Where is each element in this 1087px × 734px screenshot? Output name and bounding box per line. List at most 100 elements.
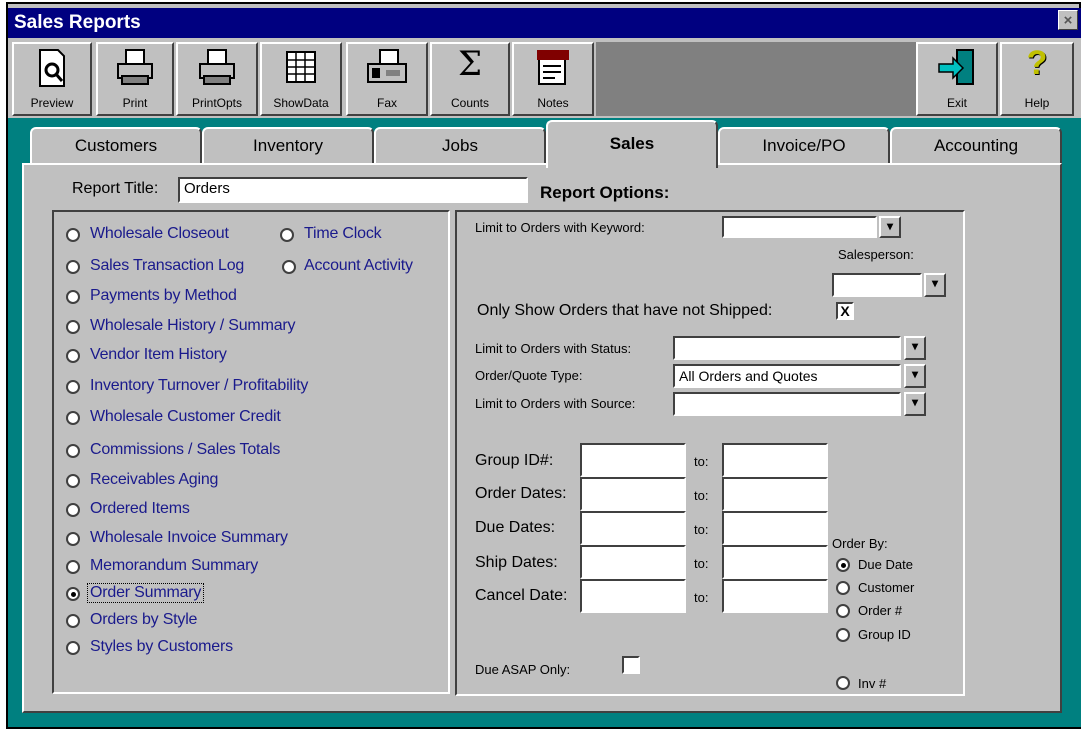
tab-jobs[interactable]: Jobs xyxy=(374,127,546,165)
print-options-icon xyxy=(196,48,238,93)
source-dropdown-button[interactable]: ▾ xyxy=(904,392,926,416)
show-data-label: ShowData xyxy=(273,96,329,110)
radio-styles-by-customers[interactable] xyxy=(66,641,80,655)
print-options-button[interactable]: PrintOpts xyxy=(176,42,258,116)
source-input[interactable] xyxy=(673,392,901,416)
radio-inventory-turnover[interactable] xyxy=(66,380,80,394)
label-vendor-item-history[interactable]: Vendor Item History xyxy=(90,346,227,364)
label-wholesale-invoice-summary[interactable]: Wholesale Invoice Summary xyxy=(90,529,288,547)
radio-ordered-items[interactable] xyxy=(66,503,80,517)
salesperson-label: Salesperson: xyxy=(838,247,914,262)
order-by-due-date[interactable]: Due Date xyxy=(858,557,913,572)
due-asap-label: Due ASAP Only: xyxy=(475,662,571,677)
label-sales-transaction-log[interactable]: Sales Transaction Log xyxy=(90,257,244,275)
label-wholesale-closeout[interactable]: Wholesale Closeout xyxy=(90,225,229,243)
group-id-to-label: to: xyxy=(694,454,709,469)
label-order-summary[interactable]: Order Summary xyxy=(86,583,205,603)
preview-button[interactable]: Preview xyxy=(12,42,92,116)
cancel-date-to-label: to: xyxy=(694,590,709,605)
label-orders-by-style[interactable]: Orders by Style xyxy=(90,611,197,629)
keyword-label: Limit to Orders with Keyword: xyxy=(475,220,645,235)
radio-sales-transaction-log[interactable] xyxy=(66,260,80,274)
radio-commissions[interactable] xyxy=(66,444,80,458)
exit-label: Exit xyxy=(946,96,967,110)
show-data-button[interactable]: ShowData xyxy=(260,42,342,116)
group-id-from-input[interactable] xyxy=(580,443,686,477)
label-inventory-turnover[interactable]: Inventory Turnover / Profitability xyxy=(90,377,308,395)
radio-wholesale-invoice-summary[interactable] xyxy=(66,532,80,546)
order-by-customer[interactable]: Customer xyxy=(858,580,914,595)
report-title-label: Report Title: xyxy=(72,180,159,197)
radio-receivables-aging[interactable] xyxy=(66,474,80,488)
due-dates-from-input[interactable] xyxy=(580,511,686,545)
radio-vendor-item-history[interactable] xyxy=(66,349,80,363)
label-memorandum-summary[interactable]: Memorandum Summary xyxy=(90,557,258,575)
notes-button[interactable]: Notes xyxy=(512,42,594,116)
counts-label: Counts xyxy=(450,96,490,110)
order-dates-to-input[interactable] xyxy=(722,477,828,511)
label-payments-by-method[interactable]: Payments by Method xyxy=(90,287,237,305)
radio-group-id[interactable] xyxy=(836,628,850,642)
label-styles-by-customers[interactable]: Styles by Customers xyxy=(90,638,233,656)
label-commissions[interactable]: Commissions / Sales Totals xyxy=(90,441,280,459)
order-by-order-number[interactable]: Order # xyxy=(858,603,902,618)
order-dates-from-input[interactable] xyxy=(580,477,686,511)
print-button[interactable]: Print xyxy=(96,42,174,116)
help-button[interactable]: ? Help xyxy=(1000,42,1074,116)
radio-payments-by-method[interactable] xyxy=(66,290,80,304)
report-title-input[interactable]: Orders xyxy=(178,177,528,203)
radio-inv-number[interactable] xyxy=(836,676,850,690)
exit-button[interactable]: Exit xyxy=(916,42,998,116)
tab-invoice-po[interactable]: Invoice/PO xyxy=(718,127,890,165)
tab-sales[interactable]: Sales xyxy=(546,120,718,168)
radio-memorandum-summary[interactable] xyxy=(66,560,80,574)
label-time-clock[interactable]: Time Clock xyxy=(304,225,382,243)
not-shipped-checkbox[interactable]: X xyxy=(836,302,854,320)
status-dropdown-button[interactable]: ▾ xyxy=(904,336,926,360)
label-wholesale-history[interactable]: Wholesale History / Summary xyxy=(90,317,296,335)
order-type-select[interactable]: All Orders and Quotes xyxy=(673,364,901,388)
radio-order-summary[interactable] xyxy=(66,587,80,601)
radio-wholesale-customer-credit[interactable] xyxy=(66,411,80,425)
keyword-dropdown-button[interactable]: ▾ xyxy=(879,216,901,238)
radio-due-date[interactable] xyxy=(836,558,850,572)
due-asap-checkbox[interactable] xyxy=(622,656,640,674)
status-input[interactable] xyxy=(673,336,901,360)
order-by-inv-number[interactable]: Inv # xyxy=(858,676,886,691)
due-dates-to-input[interactable] xyxy=(722,511,828,545)
label-wholesale-customer-credit[interactable]: Wholesale Customer Credit xyxy=(90,408,281,426)
close-button[interactable]: × xyxy=(1058,10,1078,30)
order-type-label: Order/Quote Type: xyxy=(475,368,583,383)
label-receivables-aging[interactable]: Receivables Aging xyxy=(90,471,218,489)
radio-account-activity[interactable] xyxy=(282,260,296,274)
keyword-input[interactable] xyxy=(722,216,877,238)
cancel-date-from-input[interactable] xyxy=(580,579,686,613)
counts-button[interactable]: Σ Counts xyxy=(430,42,510,116)
cancel-date-to-input[interactable] xyxy=(722,579,828,613)
notes-label: Notes xyxy=(537,96,569,110)
help-icon: ? xyxy=(1026,44,1048,82)
salesperson-input[interactable] xyxy=(832,273,922,297)
radio-wholesale-closeout[interactable] xyxy=(66,228,80,242)
not-shipped-label: Only Show Orders that have not Shipped: xyxy=(477,302,773,319)
print-label: Print xyxy=(122,96,148,110)
exit-icon xyxy=(935,48,979,95)
radio-orders-by-style[interactable] xyxy=(66,614,80,628)
order-type-dropdown-button[interactable]: ▾ xyxy=(904,364,926,388)
toolbar-spacer xyxy=(596,42,916,116)
label-ordered-items[interactable]: Ordered Items xyxy=(90,500,190,518)
radio-customer[interactable] xyxy=(836,581,850,595)
radio-wholesale-history[interactable] xyxy=(66,320,80,334)
salesperson-dropdown-button[interactable]: ▾ xyxy=(924,273,946,297)
group-id-to-input[interactable] xyxy=(722,443,828,477)
fax-button[interactable]: Fax xyxy=(346,42,428,116)
ship-dates-from-input[interactable] xyxy=(580,545,686,579)
order-by-group-id[interactable]: Group ID xyxy=(858,627,911,642)
tab-customers[interactable]: Customers xyxy=(30,127,202,165)
tab-accounting[interactable]: Accounting xyxy=(890,127,1062,165)
radio-time-clock[interactable] xyxy=(280,228,294,242)
tab-inventory[interactable]: Inventory xyxy=(202,127,374,165)
radio-order-number[interactable] xyxy=(836,604,850,618)
label-account-activity[interactable]: Account Activity xyxy=(304,257,413,275)
ship-dates-to-input[interactable] xyxy=(722,545,828,579)
